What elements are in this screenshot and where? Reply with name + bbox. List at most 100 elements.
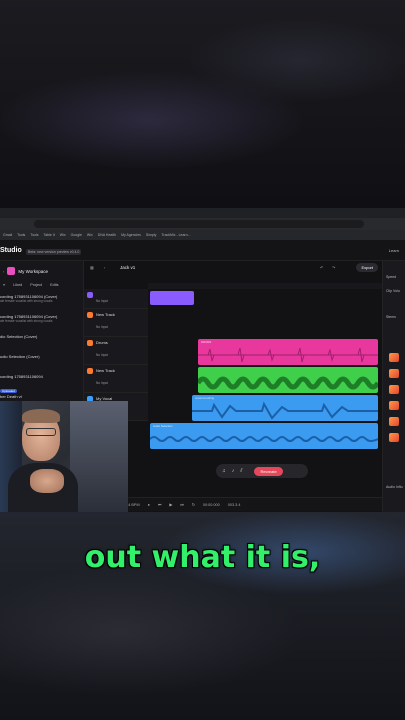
note-icon[interactable]: ♫ — [222, 468, 226, 474]
list-item[interactable]: cording 1758931106094 (Cover) ale female… — [0, 294, 84, 303]
track-name[interactable]: Drums — [96, 340, 108, 345]
browser-address-bar[interactable] — [0, 218, 405, 230]
track-input-select[interactable]: No Input — [96, 353, 108, 357]
filter-row: ≡ Liked Project Edits — [3, 283, 59, 287]
video-caption: out what it is, — [84, 540, 321, 575]
floating-toolbar: ♫ ♪ ⫽ Recreate — [216, 464, 308, 478]
track-header[interactable]: New Track No Input — [84, 309, 148, 337]
screen-recording: Gmail Tools Tools Table It Wix Google Wi… — [0, 208, 405, 512]
chevron-left-icon[interactable]: ‹ — [104, 265, 105, 270]
project-name[interactable]: Jack v1 — [120, 265, 135, 270]
workspace-name: My Workspace — [18, 268, 49, 274]
audio-influence-label: Audio Influ — [386, 485, 403, 489]
workspace-selector[interactable]: ‹ My Workspace — [3, 267, 48, 275]
bookmark-item[interactable]: DNA Health — [98, 233, 116, 237]
bookmark-item[interactable]: My Agencies — [121, 233, 141, 237]
song-subtitle: ale female vocalist with strong vocals — [0, 319, 53, 323]
webcam-overlay — [0, 401, 128, 512]
browser-tab-strip — [0, 208, 405, 218]
uploaded-badge: Uploaded — [0, 389, 17, 393]
list-item[interactable]: cording 1758931106094 (Cover) ale female… — [0, 314, 84, 323]
app-header: Studio Beta: new version preview v0.4.0 … — [0, 241, 405, 261]
stem-thumbnail[interactable] — [389, 353, 399, 362]
song-title: dio Selection (Cover) — [0, 334, 38, 339]
filter-edits[interactable]: Edits — [50, 283, 58, 287]
redo-icon[interactable]: ↷ — [332, 265, 335, 270]
track-header[interactable]: No Input — [84, 289, 148, 309]
loop-icon[interactable]: ↻ — [192, 502, 195, 507]
timeline-ruler[interactable] — [148, 283, 382, 289]
list-item[interactable]: udio Selection (Cover) — [0, 354, 84, 359]
time-display: 00:00.000 — [202, 502, 220, 507]
skip-forward-icon[interactable]: ⏭ — [180, 503, 183, 507]
clip-volume-label: Clip Volu — [386, 289, 400, 293]
play-icon[interactable]: ▶ — [169, 502, 172, 507]
glasses-icon — [26, 428, 56, 436]
vocal-clip[interactable]: vocal recording — [192, 395, 378, 421]
track-name[interactable]: New Track — [96, 368, 115, 373]
bookmark-item[interactable]: Tools — [30, 233, 38, 237]
filter-liked[interactable]: Liked — [13, 283, 22, 287]
undo-icon[interactable]: ↶ — [320, 265, 323, 270]
waveform — [198, 347, 378, 363]
clip-label: DRUMS — [201, 340, 212, 344]
bookmark-item[interactable]: Gmail — [3, 233, 12, 237]
track-color — [87, 292, 93, 298]
url-input[interactable] — [34, 220, 364, 228]
track-color — [87, 312, 93, 318]
note-single-icon[interactable]: ♪ — [232, 468, 235, 474]
bookmark-item[interactable]: Tools — [17, 233, 25, 237]
beta-badge[interactable]: Beta: new version preview v0.4.0 — [26, 249, 82, 255]
waveform — [192, 401, 378, 420]
track-name[interactable]: New Track — [96, 312, 115, 317]
selection-clip[interactable]: Audio Selection — [150, 423, 378, 449]
timeline-area: ▦ ‹ Jack v1 ↶ ↷ Export No Input New Trac… — [84, 261, 382, 512]
stem-thumbnail[interactable] — [389, 401, 399, 410]
stems-label: Stems — [386, 315, 396, 319]
inspector-panel: Speed Clip Volu Stems Audio Influ — [382, 261, 405, 512]
clip-label: vocal recording — [195, 396, 214, 400]
song-title: ber Death vt — [0, 394, 22, 399]
skip-back-icon[interactable]: ⏮ — [158, 503, 161, 507]
split-icon[interactable]: ⫽ — [240, 468, 242, 474]
stem-thumbnail[interactable] — [389, 369, 399, 378]
filter-project[interactable]: Project — [30, 283, 42, 287]
learn-button[interactable]: Learn — [389, 248, 399, 253]
track-header[interactable]: Drums No Input — [84, 337, 148, 365]
list-item[interactable]: dio Selection (Cover) — [0, 334, 84, 339]
bookmark-item[interactable]: Wix — [87, 233, 93, 237]
track-header[interactable]: New Track No Input — [84, 365, 148, 393]
filter-icon[interactable]: ≡ — [3, 283, 5, 287]
chevron-left-icon[interactable]: ‹ — [3, 269, 4, 274]
clip-label: Audio Selection — [153, 424, 173, 428]
bookmark-item[interactable]: TrackMix - Learn... — [161, 233, 190, 237]
track-color — [87, 368, 93, 374]
bookmark-item[interactable]: Google — [71, 233, 82, 237]
track-input-select[interactable]: No Input — [96, 381, 108, 385]
list-item[interactable]: ber Death vt — [0, 394, 84, 399]
app-title: Studio — [0, 247, 22, 254]
bookmark-item[interactable]: Wix — [60, 233, 66, 237]
track-clip[interactable] — [198, 367, 378, 393]
waveform — [150, 436, 378, 442]
export-button[interactable]: Export — [356, 263, 378, 272]
track-input-select[interactable]: No Input — [96, 325, 108, 329]
audio-clip[interactable] — [150, 291, 194, 305]
bookmark-item[interactable]: Table It — [43, 233, 54, 237]
grid-icon[interactable]: ▦ — [90, 265, 94, 270]
transport-bar: 124 BPM ● ⏮ ▶ ⏭ ↻ 00:00.000 003.3.4 — [84, 497, 382, 511]
background-wall — [70, 401, 128, 512]
song-title: udio Selection (Cover) — [0, 354, 40, 359]
stem-thumbnail[interactable] — [389, 385, 399, 394]
track-input-select[interactable]: No Input — [96, 299, 108, 303]
record-icon[interactable]: ● — [148, 503, 150, 507]
project-bar: ▦ ‹ Jack v1 ↶ ↷ Export — [84, 261, 382, 275]
song-subtitle: ale female vocalist with strong vocals — [0, 299, 53, 303]
bookmarks-bar: Gmail Tools Tools Table It Wix Google Wi… — [0, 230, 405, 240]
stem-thumbnail[interactable] — [389, 417, 399, 426]
bookmark-item[interactable]: Simply — [146, 233, 157, 237]
stem-thumbnail[interactable] — [389, 433, 399, 442]
recreate-button[interactable]: Recreate — [254, 466, 283, 476]
presenter-hair — [22, 409, 60, 423]
drums-clip[interactable]: DRUMS — [198, 339, 378, 365]
